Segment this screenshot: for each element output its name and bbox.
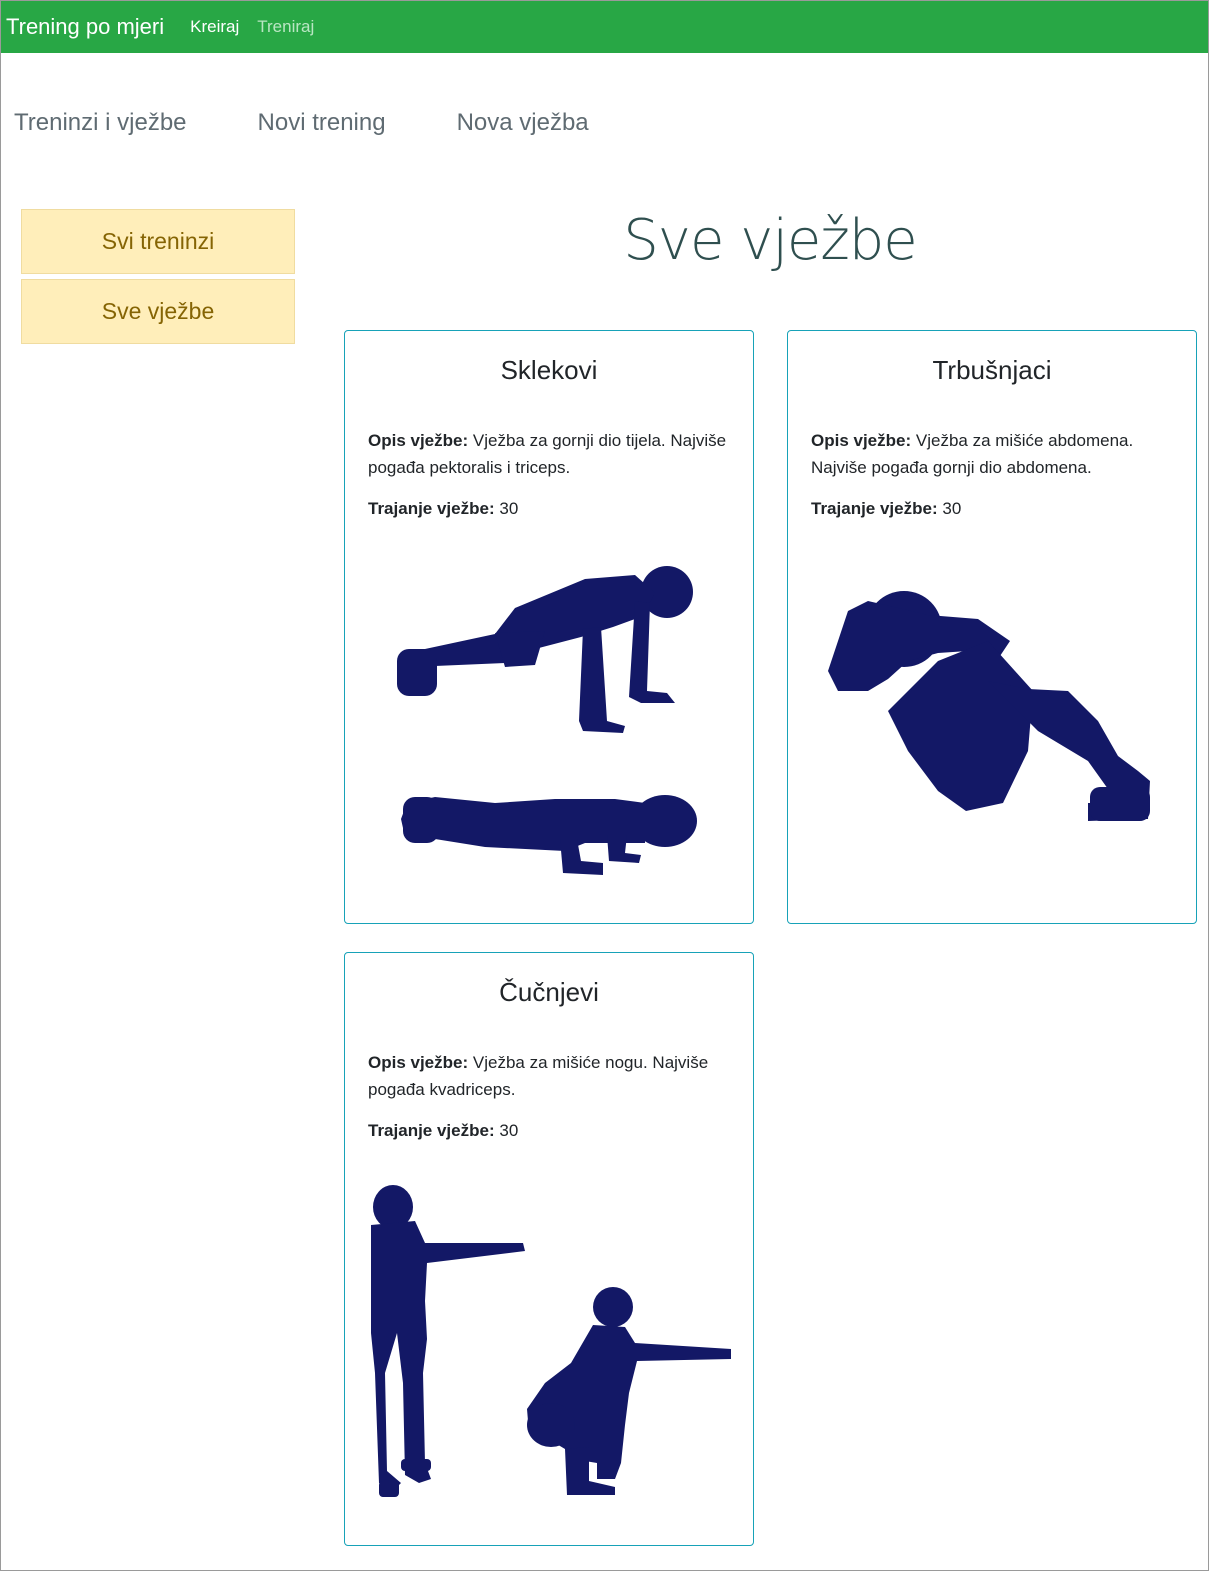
subnav-treninzi-i-vjezbe[interactable]: Treninzi i vježbe [14,109,187,137]
duration-value: 30 [499,1121,519,1140]
sve-vjezbe-button[interactable]: Sve vježbe [21,279,295,344]
nav-link-treniraj[interactable]: Treniraj [257,17,314,37]
desc-label: Opis vježbe: [811,431,912,450]
duration-label: Trajanje vježbe: [811,499,938,518]
desc-label: Opis vježbe: [368,1053,469,1072]
nav-link-kreiraj[interactable]: Kreiraj [190,17,239,37]
card-duration: Trajanje vježbe: 30 [368,1119,518,1143]
card-description: Opis vježbe: Vježba za mišiće abdomena. … [811,427,1181,481]
squat-illustration [345,1163,753,1543]
card-duration: Trajanje vježbe: 30 [811,497,961,521]
card-description: Opis vježbe: Vježba za mišiće nogu. Najv… [368,1049,738,1103]
card-title: Sklekovi [500,355,598,385]
exercise-card: Trbušnjaci Opis vježbe: Vježba za mišiće… [787,330,1197,924]
duration-label: Trajanje vježbe: [368,499,495,518]
card-title: Trbušnjaci [932,355,1052,385]
card-title: Čučnjevi [499,977,599,1007]
secondary-nav: Treninzi i vježbe Novi trening Nova vjež… [14,109,660,137]
desc-label: Opis vježbe: [368,431,469,450]
top-navbar: Trening po mjeri Kreiraj Treniraj [1,1,1208,53]
duration-value: 30 [499,499,519,518]
navbar-brand[interactable]: Trening po mjeri [6,14,164,40]
push-up-illustration [345,541,753,921]
sit-up-illustration [788,541,1196,921]
card-description: Opis vježbe: Vježba za gornji dio tijela… [368,427,738,481]
subnav-nova-vjezba[interactable]: Nova vježba [457,109,589,137]
subnav-novi-trening[interactable]: Novi trening [258,109,386,137]
svi-treninzi-button[interactable]: Svi treninzi [21,209,295,274]
exercise-card: Sklekovi Opis vježbe: Vježba za gornji d… [344,330,754,924]
card-duration: Trajanje vježbe: 30 [368,497,518,521]
exercise-card: Čučnjevi Opis vježbe: Vježba za mišiće n… [344,952,754,1546]
duration-label: Trajanje vježbe: [368,1121,495,1140]
duration-value: 30 [942,499,962,518]
page-title: Sve vježbe [623,208,918,273]
